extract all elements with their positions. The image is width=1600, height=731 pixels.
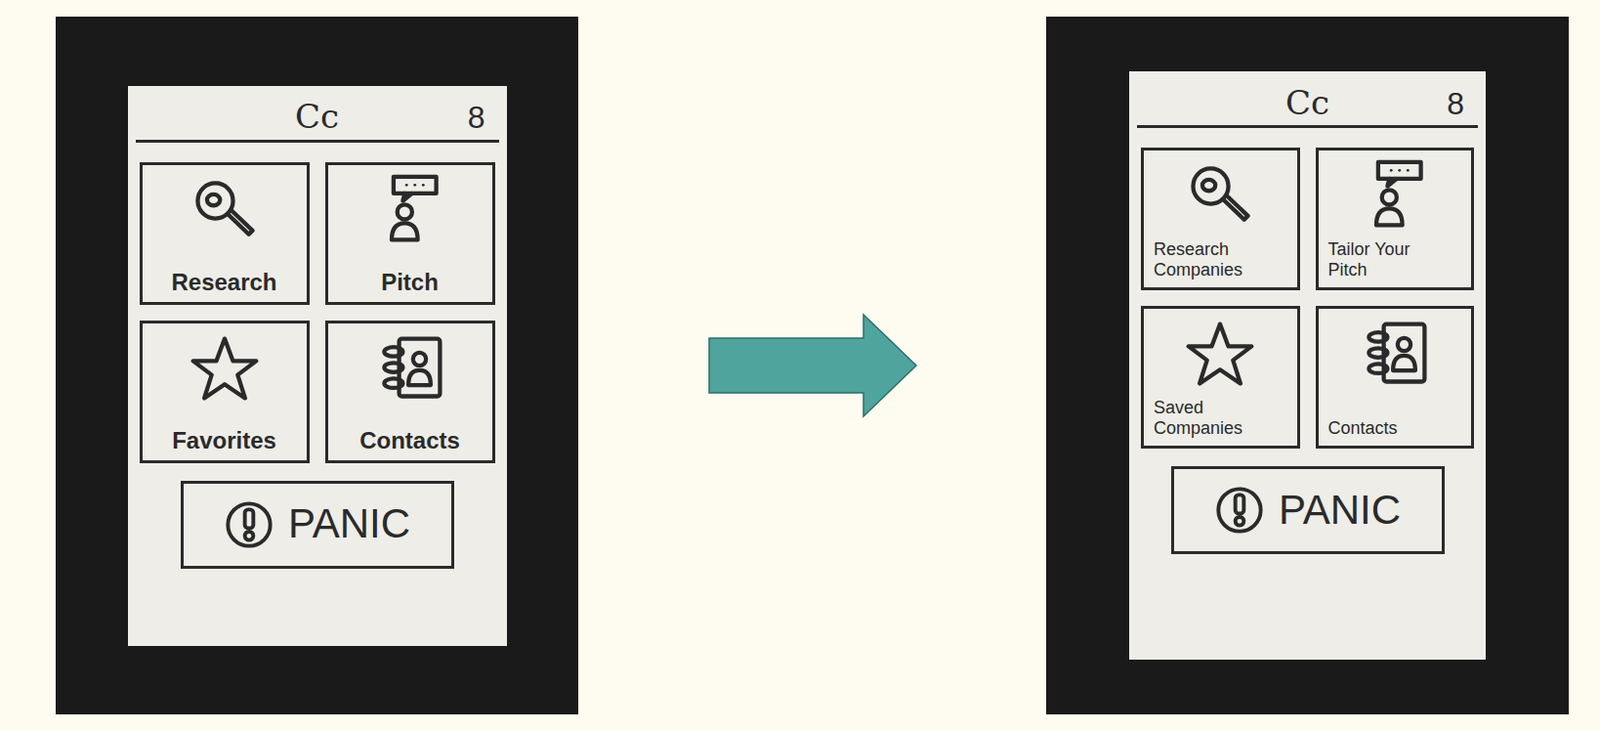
alert-icon [1214,484,1265,536]
menu-tile[interactable]: Saved Companies [1140,305,1301,449]
menu-grid: Research Companies Tailor Your Pitch Saved… [1136,147,1478,449]
tile-label: Favorites [171,427,277,454]
tile-label: Contacts [359,427,461,454]
contact-book-icon [373,331,448,406]
panic-button[interactable]: PANIC [1171,465,1445,554]
arrow-icon [707,312,919,419]
menu-tile[interactable]: Favorites [139,320,310,464]
panic-button[interactable]: PANIC [180,480,455,569]
app-header: Cc8 [135,85,500,143]
tile-label: Contacts [1322,418,1398,440]
tile-label: Pitch [380,269,439,295]
menu-tile[interactable]: Contacts [1315,305,1475,449]
tile-label: Research Companies [1147,239,1258,282]
star-icon [187,331,262,406]
before-paper-screen: Cc8 Research Pitch Favorites Contacts PANIC [127,85,507,646]
alert-icon [223,499,275,550]
profile-button[interactable]: 8 [338,100,485,135]
menu-grid: Research Pitch Favorites Contacts [135,162,500,464]
pitch-person-icon [1357,158,1432,233]
tile-label: Tailor Your Pitch [1322,239,1432,282]
app-logo: Cc [294,98,339,135]
before-photo: Cc8 Research Pitch Favorites Contacts PANIC [55,16,579,715]
pitch-person-icon [373,172,448,248]
tile-label: Research [170,269,277,295]
star-icon [1182,316,1258,391]
panic-label: PANIC [1278,487,1401,533]
menu-tile[interactable]: Pitch [325,162,496,305]
contact-book-icon [1357,316,1432,391]
after-paper-screen: Cc8 Research Companies Tailor Your Pitch Sa… [1129,71,1486,660]
profile-button[interactable]: 8 [1329,86,1465,122]
magnifier-icon [187,172,262,248]
menu-tile[interactable]: Contacts [325,320,496,464]
tile-label: Saved Companies [1147,397,1258,440]
app-header: Cc8 [1136,71,1478,128]
after-photo: Cc8 Research Companies Tailor Your Pitch Sa… [1046,16,1569,715]
menu-tile[interactable]: Tailor Your Pitch [1315,147,1475,291]
app-logo: Cc [1285,84,1330,122]
magnifier-icon [1182,158,1258,233]
panic-label: PANIC [288,501,411,547]
menu-tile[interactable]: Research Companies [1140,147,1301,291]
menu-tile[interactable]: Research [139,162,310,305]
